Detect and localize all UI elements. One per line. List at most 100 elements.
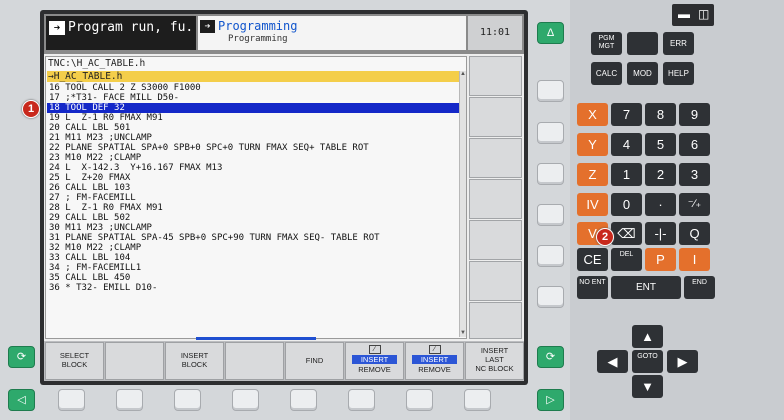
- ent-key[interactable]: ENT: [611, 276, 681, 299]
- program-line[interactable]: 16 TOOL CALL 2 Z S3000 F1000: [47, 83, 459, 93]
- scroll-up-icon[interactable]: ▲: [460, 71, 466, 78]
- vertical-softkey-5[interactable]: [469, 220, 522, 260]
- nc-program-lines[interactable]: 16 TOOL CALL 2 Z S3000 F1000 17 ;*T31- FA…: [47, 83, 459, 293]
- del-key[interactable]: DEL: [611, 248, 642, 271]
- softkey-empty-2[interactable]: [225, 342, 284, 380]
- no-ent-key[interactable]: NO ENT: [577, 276, 608, 299]
- scroll-down-icon[interactable]: ▼: [460, 330, 466, 337]
- digit-3-key[interactable]: 3: [679, 163, 710, 186]
- program-line[interactable]: 23 M10 M22 ;CLAMP: [47, 153, 459, 163]
- program-line[interactable]: 33 CALL LBL 104: [47, 253, 459, 263]
- end-key[interactable]: END: [684, 276, 715, 299]
- digit-7-key[interactable]: 7: [611, 103, 642, 126]
- insert-last-nc-block-softkey[interactable]: INSERT LAST NC BLOCK: [465, 342, 524, 380]
- digit-6-key[interactable]: 6: [679, 133, 710, 156]
- program-line[interactable]: 20 CALL LBL 501: [47, 123, 459, 133]
- program-line[interactable]: 27 ; FM-FACEMILL: [47, 193, 459, 203]
- machine-mode-tab[interactable]: ➔ Program run, fu...: [46, 16, 196, 50]
- goto-key[interactable]: GOTO: [632, 350, 663, 373]
- bottom-softkey-button-8[interactable]: [464, 389, 491, 411]
- axis-x-key[interactable]: X: [577, 103, 608, 126]
- pgm-mgt-key[interactable]: PGM MGT: [591, 32, 622, 55]
- program-editor[interactable]: TNC:\H_AC_TABLE.h →H_AC_TABLE.h 16 TOOL …: [45, 56, 467, 340]
- bottom-softkey-button-5[interactable]: [290, 389, 317, 411]
- digit-1-key[interactable]: 1: [611, 163, 642, 186]
- program-line[interactable]: 22 PLANE SPATIAL SPA+0 SPB+0 SPC+0 TURN …: [47, 143, 459, 153]
- program-line[interactable]: 29 CALL LBL 502: [47, 213, 459, 223]
- i-key[interactable]: I: [679, 248, 710, 271]
- find-softkey[interactable]: FIND: [285, 342, 344, 380]
- program-line[interactable]: 30 M11 M23 ;UNCLAMP: [47, 223, 459, 233]
- vertical-scrollbar[interactable]: ▲ ▼: [459, 71, 466, 337]
- calc-key[interactable]: CALC: [591, 62, 622, 85]
- program-line[interactable]: 34 ; FM-FACEMILL1: [47, 263, 459, 273]
- program-line[interactable]: 26 CALL LBL 103: [47, 183, 459, 193]
- program-line[interactable]: 19 L Z-1 R0 FMAX M91: [47, 113, 459, 123]
- vertical-softkey-2[interactable]: [469, 97, 522, 137]
- vertical-softkey-7[interactable]: [469, 302, 522, 339]
- bottom-softkey-button-4[interactable]: [232, 389, 259, 411]
- vertical-softkey-3[interactable]: [469, 138, 522, 178]
- q-key[interactable]: Q: [679, 222, 710, 245]
- program-line[interactable]: 28 L Z-1 R0 FMAX M91: [47, 203, 459, 213]
- vertical-softkey-4[interactable]: [469, 179, 522, 219]
- program-line[interactable]: 17 ;*T31- FACE MILL D50-: [47, 93, 459, 103]
- softkey-next-button[interactable]: ▷: [537, 389, 564, 411]
- err-key[interactable]: ERR: [663, 32, 694, 55]
- arrow-up-key[interactable]: ▲: [632, 325, 663, 348]
- program-line[interactable]: 21 M11 M23 ;UNCLAMP: [47, 133, 459, 143]
- axis-iv-key[interactable]: IV: [577, 193, 608, 216]
- minimize-icon[interactable]: ▬: [678, 7, 690, 21]
- digit-5-key[interactable]: 5: [645, 133, 676, 156]
- bottom-softkey-button-7[interactable]: [406, 389, 433, 411]
- plus-minus-key[interactable]: ⁻∕₊: [679, 193, 710, 216]
- right-bezel-button-5[interactable]: [537, 245, 564, 267]
- restore-icon[interactable]: ◫: [698, 7, 709, 21]
- right-bezel-button-6[interactable]: [537, 286, 564, 308]
- program-line[interactable]: 24 L X-142.3 Y+16.167 FMAX M13: [47, 163, 459, 173]
- axis-y-key[interactable]: Y: [577, 133, 608, 156]
- bottom-softkey-button-1[interactable]: [58, 389, 85, 411]
- softkey-switch-right-button[interactable]: ⟳: [537, 346, 564, 368]
- programming-mode-tab[interactable]: ➔ Programming Programming: [198, 16, 466, 50]
- insert-block-softkey[interactable]: INSERT BLOCK: [165, 342, 224, 380]
- program-line[interactable]: 35 CALL LBL 450: [47, 273, 459, 283]
- actual-position-icon[interactable]: -|-: [645, 222, 676, 245]
- mod-key[interactable]: MOD: [627, 62, 658, 85]
- delta-button[interactable]: Δ: [537, 22, 564, 44]
- right-bezel-button-1[interactable]: [537, 80, 564, 102]
- digit-8-key[interactable]: 8: [645, 103, 676, 126]
- help-key[interactable]: HELP: [663, 62, 694, 85]
- program-line[interactable]: 36 * T32- EMILL D10-: [47, 283, 459, 293]
- window-controls[interactable]: ▬ ◫: [672, 4, 714, 26]
- program-line[interactable]: 32 M10 M22 ;CLAMP: [47, 243, 459, 253]
- softkey-switch-left-button[interactable]: ⟳: [8, 346, 35, 368]
- horizontal-scroll-indicator[interactable]: [196, 337, 316, 340]
- softkey-empty-1[interactable]: [105, 342, 164, 380]
- ce-key[interactable]: CE: [577, 248, 608, 271]
- select-block-softkey[interactable]: SELECT BLOCK: [45, 342, 104, 380]
- insert-remove-softkey-1[interactable]: ∕ INSERT REMOVE: [345, 342, 404, 380]
- program-line[interactable]: 31 PLANE SPATIAL SPA-45 SPB+0 SPC+90 TUR…: [47, 233, 459, 243]
- vertical-softkey-1[interactable]: [469, 56, 522, 96]
- bottom-softkey-button-6[interactable]: [348, 389, 375, 411]
- bottom-softkey-button-2[interactable]: [116, 389, 143, 411]
- digit-0-key[interactable]: 0: [611, 193, 642, 216]
- right-bezel-button-3[interactable]: [537, 163, 564, 185]
- digit-4-key[interactable]: 4: [611, 133, 642, 156]
- bottom-softkey-button-3[interactable]: [174, 389, 201, 411]
- insert-remove-softkey-2[interactable]: ∕ INSERT REMOVE: [405, 342, 464, 380]
- digit-9-key[interactable]: 9: [679, 103, 710, 126]
- axis-z-key[interactable]: Z: [577, 163, 608, 186]
- decimal-point-key[interactable]: ·: [645, 193, 676, 216]
- blank-key[interactable]: [627, 32, 658, 55]
- program-line[interactable]: 25 L Z+20 FMAX: [47, 173, 459, 183]
- arrow-left-key[interactable]: ◀: [597, 350, 628, 373]
- vertical-softkey-6[interactable]: [469, 261, 522, 301]
- selected-program-line[interactable]: 18 TOOL DEF 32: [47, 103, 459, 113]
- arrow-down-key[interactable]: ▼: [632, 375, 663, 398]
- p-key[interactable]: P: [645, 248, 676, 271]
- softkey-prev-button[interactable]: ◁: [8, 389, 35, 411]
- backspace-icon[interactable]: ⌫: [611, 222, 642, 245]
- digit-2-key[interactable]: 2: [645, 163, 676, 186]
